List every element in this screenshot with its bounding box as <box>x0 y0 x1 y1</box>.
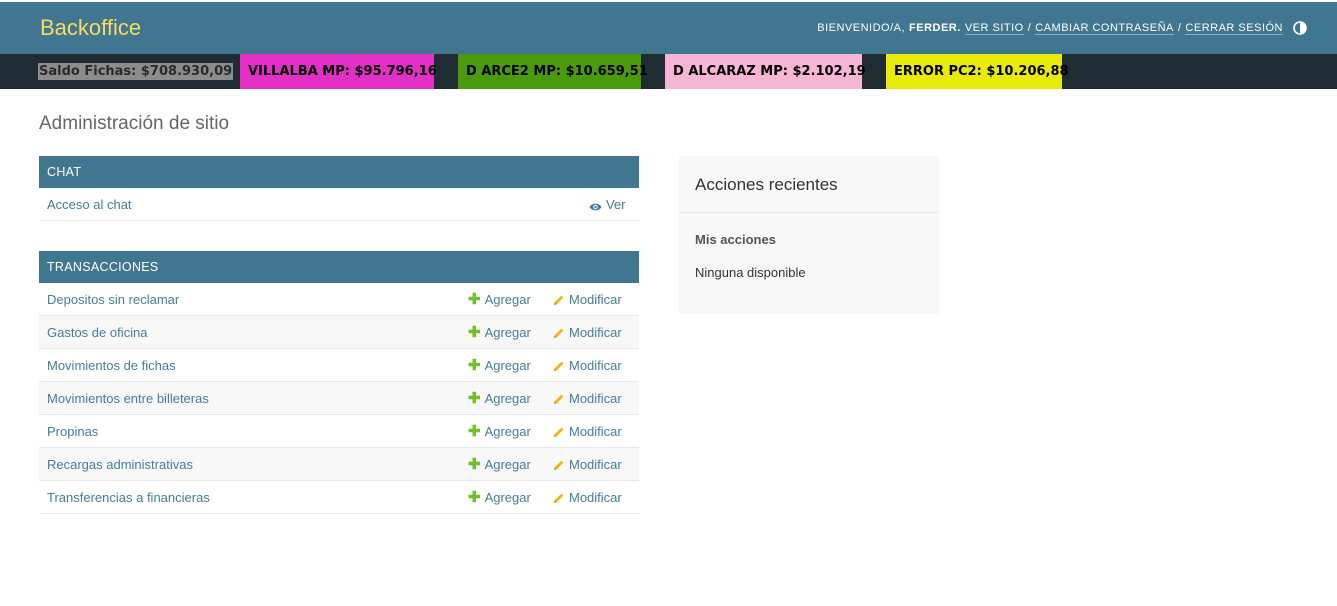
balance-error-pc2: ERROR PC2: $10.206,88 <box>886 54 1069 89</box>
balance-arce2: D ARCE2 MP: $10.659,51 <box>458 54 648 89</box>
change-link[interactable]: Modificar <box>553 448 622 481</box>
add-label: Agregar <box>484 325 531 340</box>
table-row: Transferencias a financieras ✚ Agregar Modi… <box>39 481 639 514</box>
change-label: Modificar <box>569 358 622 373</box>
separator: / <box>1177 22 1182 34</box>
table-row: Recargas administrativas ✚ Agregar Modifica… <box>39 448 639 481</box>
add-label: Agregar <box>484 358 531 373</box>
add-link[interactable]: ✚ Agregar <box>468 448 531 481</box>
recent-actions-title: Acciones recientes <box>679 156 939 213</box>
change-label: Modificar <box>569 325 622 340</box>
change-link[interactable]: Modificar <box>553 382 622 415</box>
change-link[interactable]: Modificar <box>553 481 622 514</box>
add-label: Agregar <box>484 457 531 472</box>
pencil-icon <box>553 294 565 306</box>
module-caption-chat[interactable]: CHAT <box>39 156 639 188</box>
pencil-icon <box>553 393 565 405</box>
change-label: Modificar <box>569 391 622 406</box>
plus-icon: ✚ <box>468 489 481 506</box>
add-link[interactable]: ✚ Agregar <box>468 415 531 448</box>
table-row: Movimientos entre billeteras ✚ Agregar Modi… <box>39 382 639 415</box>
page-title: Administración de sitio <box>39 113 230 134</box>
model-link[interactable]: Recargas administrativas <box>39 457 639 472</box>
module-caption-transacciones[interactable]: TRANSACCIONES <box>39 251 639 283</box>
header: Backoffice BIENVENIDO/A, FERDER. VER SIT… <box>0 2 1337 54</box>
change-label: Modificar <box>569 490 622 505</box>
add-link[interactable]: ✚ Agregar <box>468 283 531 316</box>
table-row: Propinas ✚ Agregar Modificar <box>39 415 639 448</box>
change-password-link[interactable]: CAMBIAR CONTRASEÑA <box>1035 22 1174 35</box>
add-label: Agregar <box>484 490 531 505</box>
recent-actions-panel: Acciones recientes Mis acciones Ninguna … <box>679 156 939 314</box>
view-site-link[interactable]: VER SITIO <box>964 22 1024 35</box>
module-transacciones: TRANSACCIONES Depositos sin reclamar ✚ Agr… <box>39 251 639 514</box>
model-link[interactable]: Transferencias a financieras <box>39 490 639 505</box>
balance-alcaraz: D ALCARAZ MP: $2.102,19 <box>665 54 866 89</box>
change-link[interactable]: Modificar <box>553 316 622 349</box>
model-link[interactable]: Movimientos de fichas <box>39 358 639 373</box>
pencil-icon <box>553 426 565 438</box>
add-link[interactable]: ✚ Agregar <box>468 316 531 349</box>
user-tools: BIENVENIDO/A, FERDER. VER SITIO / CAMBIA… <box>817 21 1307 35</box>
contrast-toggle-icon[interactable] <box>1293 21 1307 35</box>
add-link[interactable]: ✚ Agregar <box>468 382 531 415</box>
model-link[interactable]: Gastos de oficina <box>39 325 639 340</box>
table-row: Acceso al chat Ver <box>39 188 639 221</box>
plus-icon: ✚ <box>468 324 481 341</box>
pencil-icon <box>553 327 565 339</box>
plus-icon: ✚ <box>468 390 481 407</box>
model-link[interactable]: Movimientos entre billeteras <box>39 391 639 406</box>
change-link[interactable]: Modificar <box>553 283 622 316</box>
balance-villalba: VILLALBA MP: $95.796,16 <box>240 54 437 89</box>
site-name-link[interactable]: Backoffice <box>40 15 141 41</box>
add-label: Agregar <box>484 424 531 439</box>
pencil-icon <box>553 459 565 471</box>
pencil-icon <box>553 360 565 372</box>
change-label: Modificar <box>569 424 622 439</box>
change-label: Modificar <box>569 292 622 307</box>
plus-icon: ✚ <box>468 291 481 308</box>
add-link[interactable]: ✚ Agregar <box>468 481 531 514</box>
change-label: Modificar <box>569 457 622 472</box>
plus-icon: ✚ <box>468 357 481 374</box>
module-chat: CHAT Acceso al chat Ver <box>39 156 639 221</box>
table-row: Depositos sin reclamar ✚ Agregar Modificar <box>39 283 639 316</box>
pencil-icon <box>553 492 565 504</box>
welcome-text: BIENVENIDO/A, <box>817 22 906 34</box>
model-link[interactable]: Depositos sin reclamar <box>39 292 639 307</box>
model-link[interactable]: Propinas <box>39 424 639 439</box>
view-label: Ver <box>606 197 626 212</box>
my-actions-heading: Mis acciones <box>695 232 776 247</box>
view-link[interactable]: Ver <box>589 188 626 221</box>
no-actions-text: Ninguna disponible <box>695 265 806 280</box>
table-row: Gastos de oficina ✚ Agregar Modificar <box>39 316 639 349</box>
model-link-chat-access[interactable]: Acceso al chat <box>39 197 639 212</box>
table-row: Movimientos de fichas ✚ Agregar Modificar <box>39 349 639 382</box>
add-label: Agregar <box>484 292 531 307</box>
balance-saldo-fichas: Saldo Fichas: $708.930,09 <box>38 63 234 80</box>
username: FERDER. <box>909 22 961 34</box>
add-link[interactable]: ✚ Agregar <box>468 349 531 382</box>
separator: / <box>1027 22 1032 34</box>
plus-icon: ✚ <box>468 456 481 473</box>
balance-bar: Saldo Fichas: $708.930,09 VILLALBA MP: $… <box>0 54 1337 89</box>
change-link[interactable]: Modificar <box>553 415 622 448</box>
plus-icon: ✚ <box>468 423 481 440</box>
change-link[interactable]: Modificar <box>553 349 622 382</box>
add-label: Agregar <box>484 391 531 406</box>
logout-link[interactable]: CERRAR SESIÓN <box>1185 22 1283 35</box>
eye-icon <box>589 200 602 210</box>
